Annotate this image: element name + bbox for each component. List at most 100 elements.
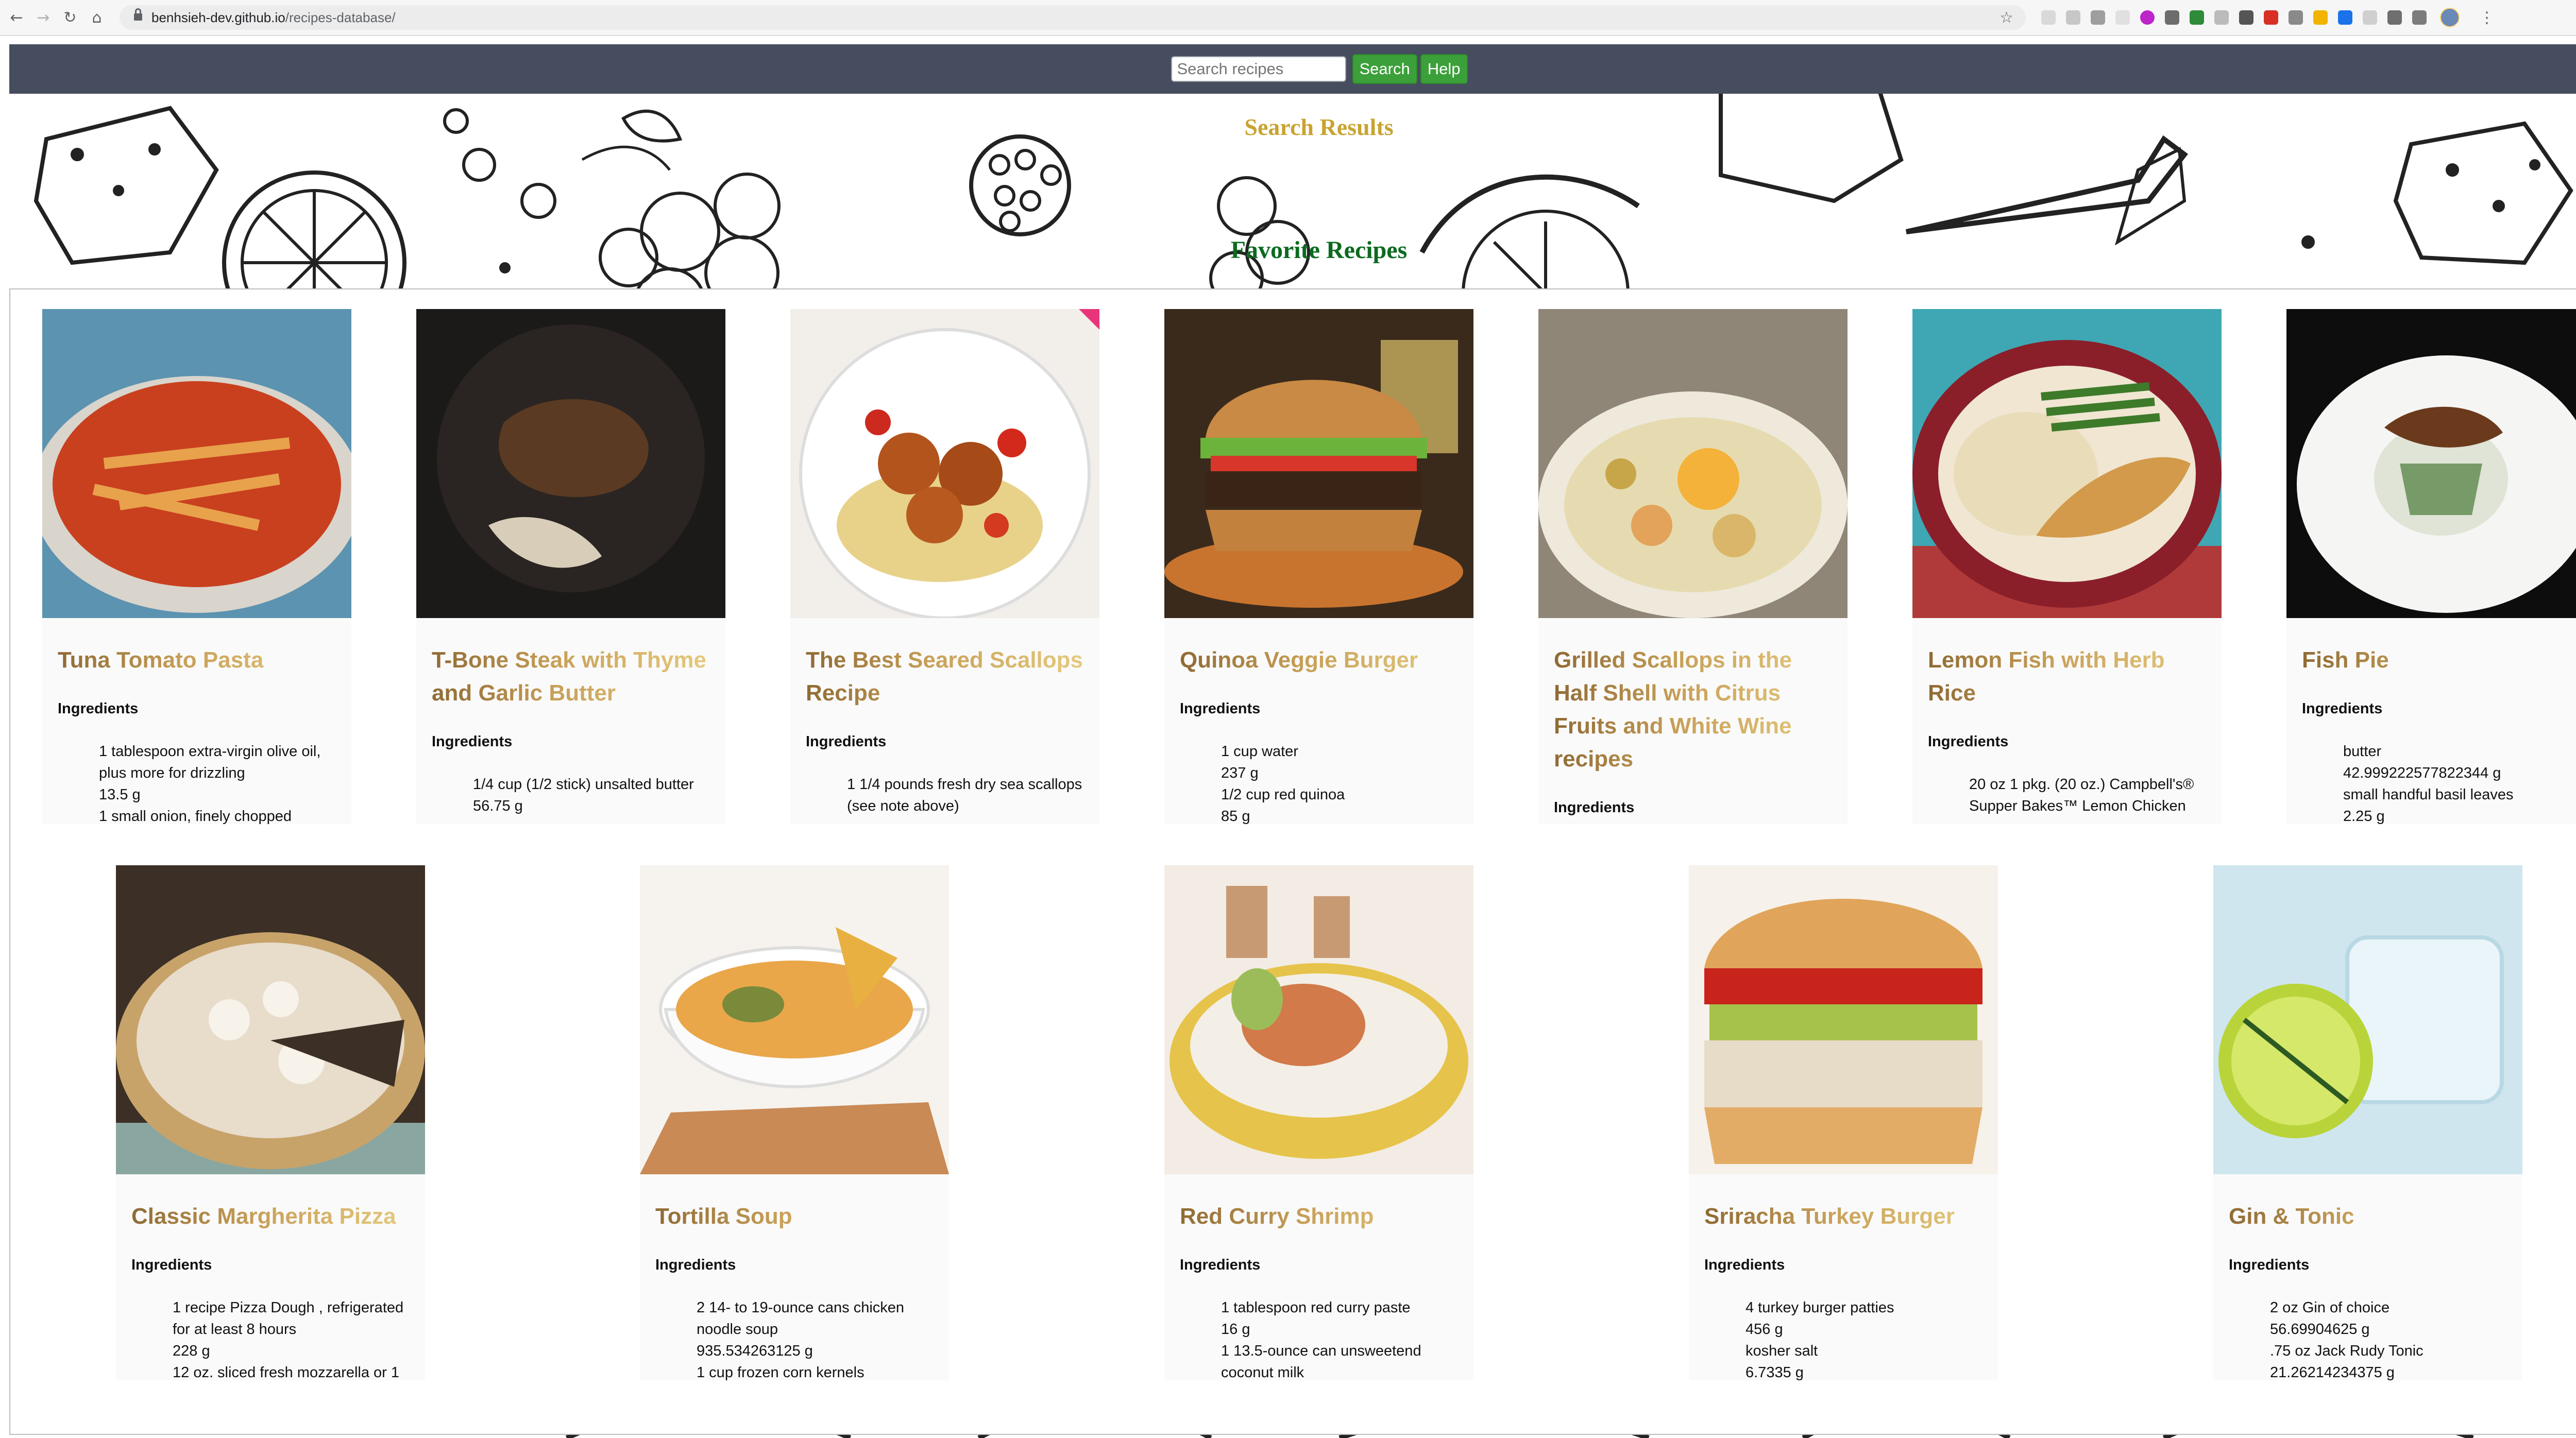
recipe-title[interactable]: Lemon Fish with Herb Rice [1928, 644, 2209, 710]
ingredient: 1 cup water [1221, 743, 1298, 760]
extension-icon[interactable] [2041, 10, 2056, 25]
ingredient: 56.75 g [473, 798, 523, 814]
ingredient: 1/4 cup (1/2 stick) unsalted butter [473, 776, 694, 793]
lock-icon [134, 8, 142, 23]
extension-icon[interactable] [2289, 10, 2303, 25]
extension-icon[interactable] [2140, 10, 2155, 25]
recipe-image [1164, 309, 1473, 618]
recipe-card[interactable]: Tuna Tomato Pasta Ingredients 1 tablespo… [42, 309, 351, 824]
search-results-heading: Search Results [1244, 114, 1394, 140]
ingredients-label: Ingredients [806, 733, 887, 750]
recipe-image [416, 309, 725, 618]
url-path: /recipes-database/ [285, 9, 396, 25]
ingredients-list: 2 oz Gin of choice 56.69904625 g .75 oz … [2270, 1297, 2507, 1380]
profile-avatar[interactable] [2440, 8, 2460, 27]
recipe-title[interactable]: Tortilla Soup [655, 1200, 936, 1233]
recipe-title[interactable]: Tuna Tomato Pasta [58, 644, 338, 677]
recipe-image [2286, 309, 2576, 618]
ingredient: 1 tablespoon red curry paste [1221, 1299, 1411, 1316]
recipe-title[interactable]: T-Bone Steak with Thyme and Garlic Butte… [432, 644, 713, 710]
media-icon[interactable] [2412, 10, 2427, 25]
extension-icon[interactable] [2214, 10, 2229, 25]
ingredients-label: Ingredients [1928, 733, 2009, 750]
ingredient: 1 recipe Pizza Dough , refrigerated for … [173, 1299, 404, 1338]
extension-icon[interactable] [2066, 10, 2080, 25]
home-icon[interactable]: ⌂ [87, 7, 107, 28]
extension-icon[interactable] [2091, 10, 2105, 25]
recipe-image [640, 865, 949, 1174]
ingredient: .75 oz Jack Rudy Tonic [2270, 1343, 2424, 1359]
extension-icon[interactable] [2363, 10, 2377, 25]
recipe-card[interactable]: Classic Margherita Pizza Ingredients 1 r… [116, 865, 425, 1380]
browser-menu-icon[interactable]: ⋮ [2479, 9, 2495, 27]
extension-icon[interactable] [2115, 10, 2130, 25]
ingredients-list: butter 42.999222577822344 g small handfu… [2343, 741, 2576, 824]
recipe-card[interactable]: Quinoa Veggie Burger Ingredients 1 cup w… [1164, 309, 1473, 824]
bookmark-star-icon[interactable]: ☆ [1999, 9, 2013, 27]
ingredient: 1 tablespoon extra-virgin olive oil, plu… [99, 743, 321, 781]
ingredient: butter [2343, 743, 2382, 760]
back-icon[interactable]: ← [6, 7, 27, 28]
extension-icon[interactable] [2165, 10, 2179, 25]
extension-icon[interactable] [2338, 10, 2352, 25]
puzzle-icon[interactable] [2387, 10, 2402, 25]
ingredient: 1 small onion, finely chopped [99, 808, 292, 824]
favorite-recipes-panel: Tuna Tomato Pasta Ingredients 1 tablespo… [9, 288, 2576, 1435]
ingredients-list: 1 cup water 237 g 1/2 cup red quinoa 85 … [1221, 741, 1458, 824]
ingredient: 2.25 g [2343, 808, 2385, 824]
extension-icon[interactable] [2264, 10, 2278, 25]
recipe-card[interactable]: Red Curry Shrimp Ingredients 1 tablespoo… [1164, 865, 1473, 1380]
recipe-title[interactable]: Gin & Tonic [2229, 1200, 2510, 1233]
ingredients-list: 1 tablespoon red curry paste 16 g 1 13.5… [1221, 1297, 1458, 1380]
recipe-title[interactable]: Sriracha Turkey Burger [1704, 1200, 1985, 1233]
ingredients-label: Ingredients [131, 1257, 212, 1273]
top-navbar: Search Help [9, 44, 2576, 94]
recipe-card[interactable]: Tortilla Soup Ingredients 2 14- to 19-ou… [640, 865, 949, 1380]
ingredient: 2 oz Gin of choice [2270, 1299, 2390, 1316]
ingredient: 228 g [173, 1343, 210, 1359]
reload-icon[interactable]: ↻ [60, 7, 80, 28]
ingredient: 42.999222577822344 g [2343, 765, 2501, 781]
recipe-image [2213, 865, 2522, 1174]
extension-icon[interactable] [2190, 10, 2204, 25]
ingredient: 56.69904625 g [2270, 1321, 2370, 1338]
recipe-title[interactable]: Red Curry Shrimp [1180, 1200, 1461, 1233]
recipe-card[interactable]: Gin & Tonic Ingredients 2 oz Gin of choi… [2213, 865, 2522, 1380]
help-button[interactable]: Help [1420, 54, 1468, 84]
ingredient: 237 g [1221, 765, 1259, 781]
recipe-title[interactable]: Classic Margherita Pizza [131, 1200, 412, 1233]
ingredient: 20 oz 1 pkg. (20 oz.) Campbell's® Supper… [1969, 776, 2194, 814]
recipe-card[interactable]: Fish Pie Ingredients butter 42.999222577… [2286, 309, 2576, 824]
ingredient: 1 cup frozen corn kernels [697, 1364, 865, 1380]
address-bar[interactable]: benhsieh-dev.github.io/recipes-database/… [120, 5, 2026, 30]
extension-icon[interactable] [2239, 10, 2253, 25]
ingredients-list: 4 turkey burger patties 456 g kosher sal… [1745, 1297, 1982, 1380]
recipe-title[interactable]: Grilled Scallops in the Half Shell with … [1554, 644, 1835, 776]
search-input[interactable] [1171, 56, 1346, 82]
recipe-title[interactable]: The Best Seared Scallops Recipe [806, 644, 1087, 710]
recipe-card[interactable]: T-Bone Steak with Thyme and Garlic Butte… [416, 309, 725, 824]
extensions-area: ⋮ [2041, 8, 2495, 27]
recipe-title[interactable]: Fish Pie [2302, 644, 2576, 677]
ingredients-label: Ingredients [1554, 799, 1635, 816]
recipe-card[interactable]: Lemon Fish with Herb Rice Ingredients 20… [1912, 309, 2222, 824]
search-button[interactable]: Search [1352, 54, 1417, 84]
recipe-card[interactable]: Sriracha Turkey Burger Ingredients 4 tur… [1689, 865, 1998, 1380]
ingredient: 21.26214234375 g [2270, 1364, 2395, 1380]
recipe-title[interactable]: Quinoa Veggie Burger [1180, 644, 1461, 677]
forward-icon[interactable]: → [33, 7, 54, 28]
ingredients-label: Ingredients [2229, 1257, 2310, 1273]
extension-icon[interactable] [2313, 10, 2328, 25]
ingredients-label: Ingredients [1180, 1257, 1261, 1273]
ingredient: 13.5 g [99, 786, 141, 803]
ingredients-list: 1 recipe Pizza Dough , refrigerated for … [173, 1297, 410, 1380]
recipe-card[interactable]: Grilled Scallops in the Half Shell with … [1538, 309, 1848, 824]
ingredient: 935.534263125 g [697, 1343, 813, 1359]
ingredient: 1 1/4 pounds fresh dry sea scallops (see… [847, 776, 1082, 814]
ingredients-label: Ingredients [655, 1257, 736, 1273]
ingredients-label: Ingredients [2302, 700, 2383, 717]
recipe-card[interactable]: The Best Seared Scallops Recipe Ingredie… [790, 309, 1099, 824]
ingredient: small handful basil leaves [2343, 786, 2514, 803]
ingredient: kosher salt [1745, 1343, 1818, 1359]
browser-toolbar: ← → ↻ ⌂ benhsieh-dev.github.io/recipes-d… [0, 0, 2576, 36]
